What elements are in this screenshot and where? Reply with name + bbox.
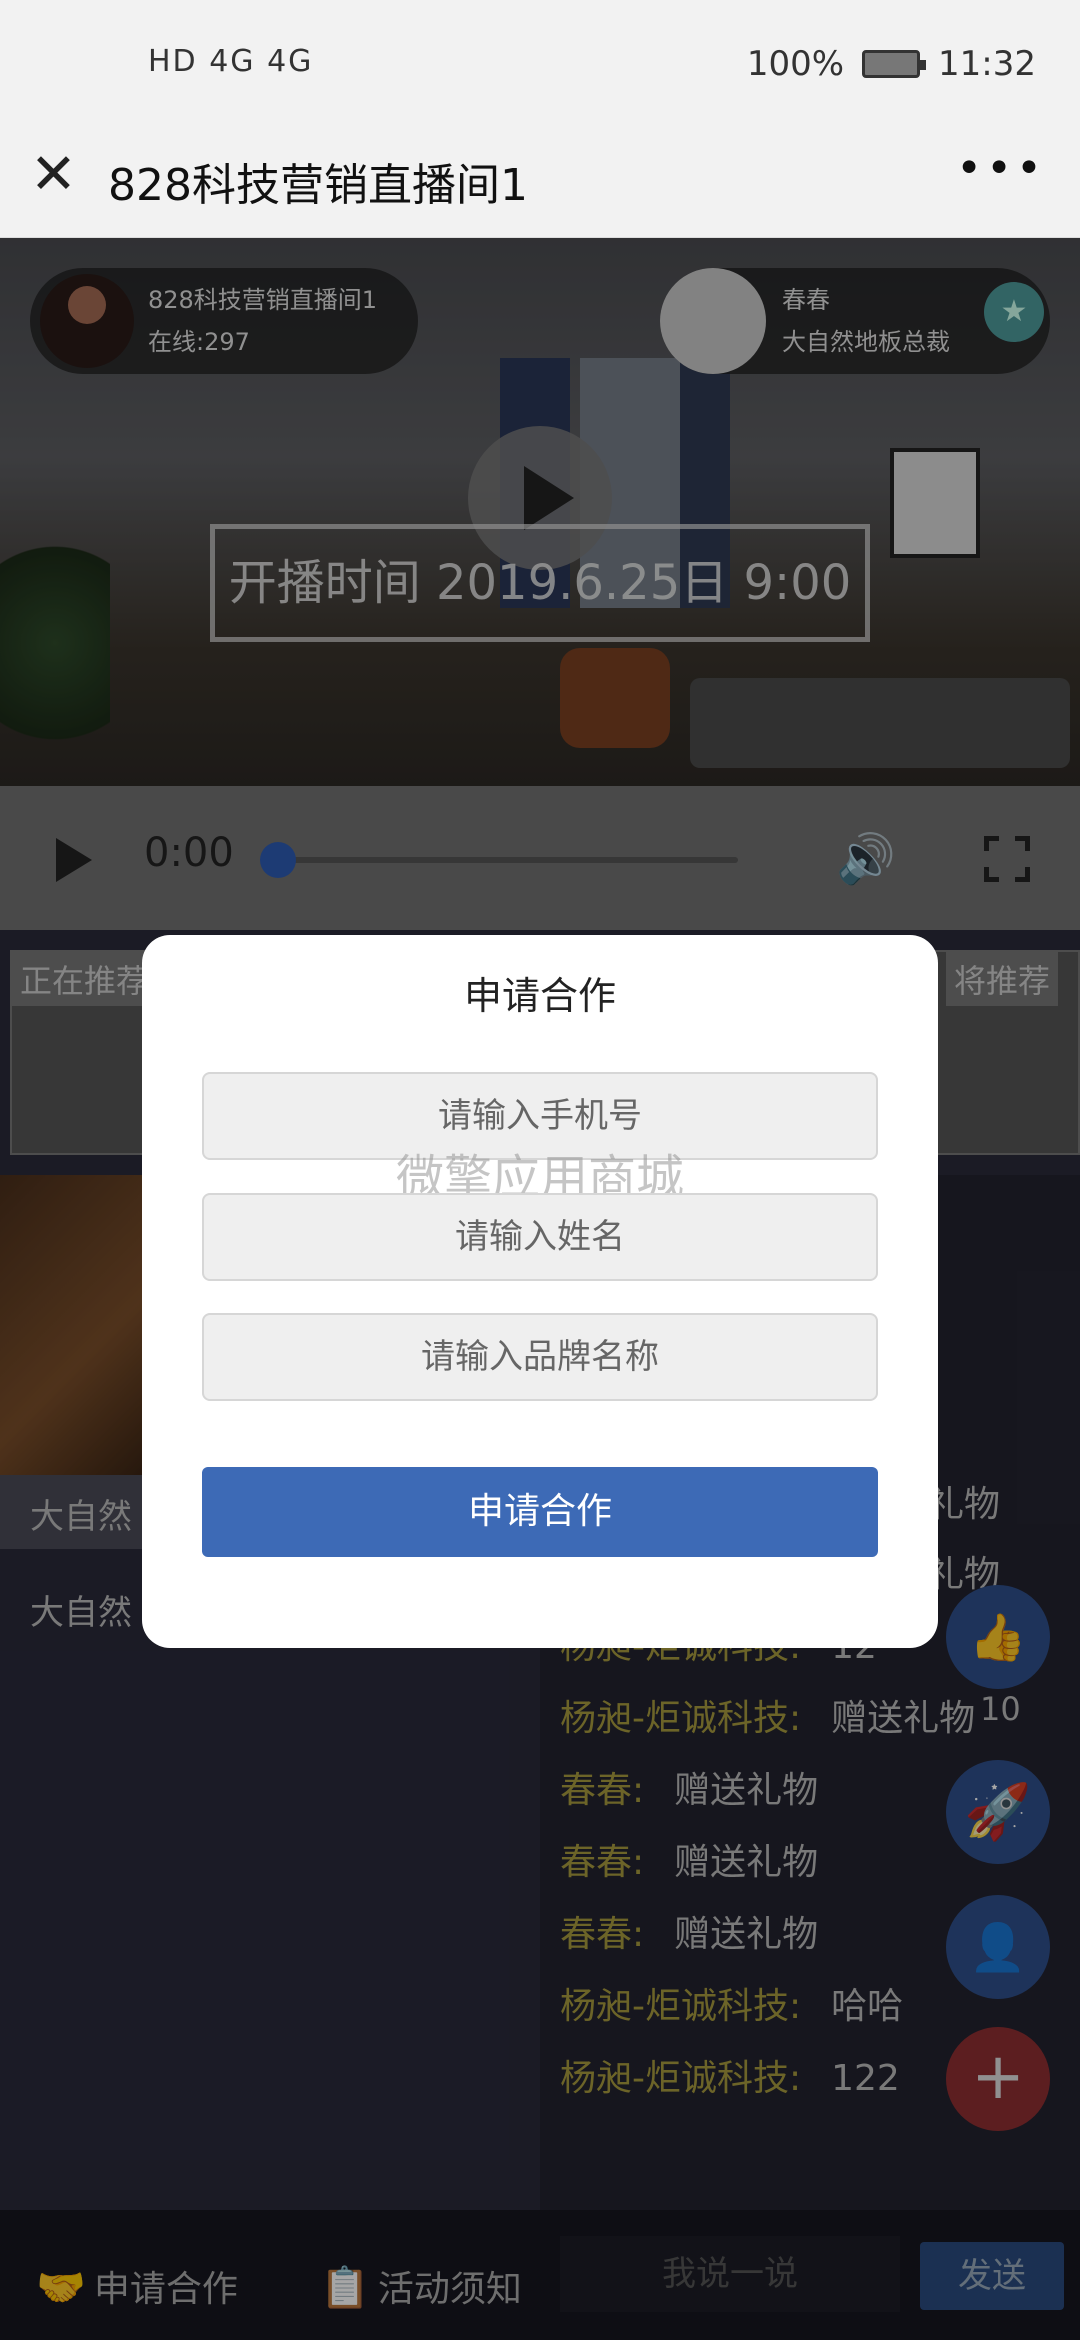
more-icon[interactable]: •••: [956, 143, 1046, 194]
battery-percent: 100%: [746, 44, 845, 84]
status-right: 100% 11:32: [747, 44, 1036, 84]
name-field[interactable]: [202, 1193, 878, 1281]
dialog-title: 申请合作: [463, 974, 616, 1018]
brand-field[interactable]: [202, 1313, 878, 1401]
status-bar: HD 4G 4G 100% 11:32: [0, 0, 1080, 135]
apply-cooperation-dialog: 申请合作 微擎应用商城 申请合作: [142, 935, 938, 1648]
battery-icon: [862, 50, 927, 78]
signal-icons: HD 4G 4G: [148, 44, 314, 79]
title-bar: ✕ 828科技营销直播间1 •••: [0, 135, 1080, 238]
submit-button[interactable]: 申请合作: [202, 1467, 878, 1557]
close-icon[interactable]: ✕: [30, 147, 78, 203]
page-title: 828科技营销直播间1: [108, 160, 528, 211]
clock: 11:32: [938, 44, 1036, 84]
